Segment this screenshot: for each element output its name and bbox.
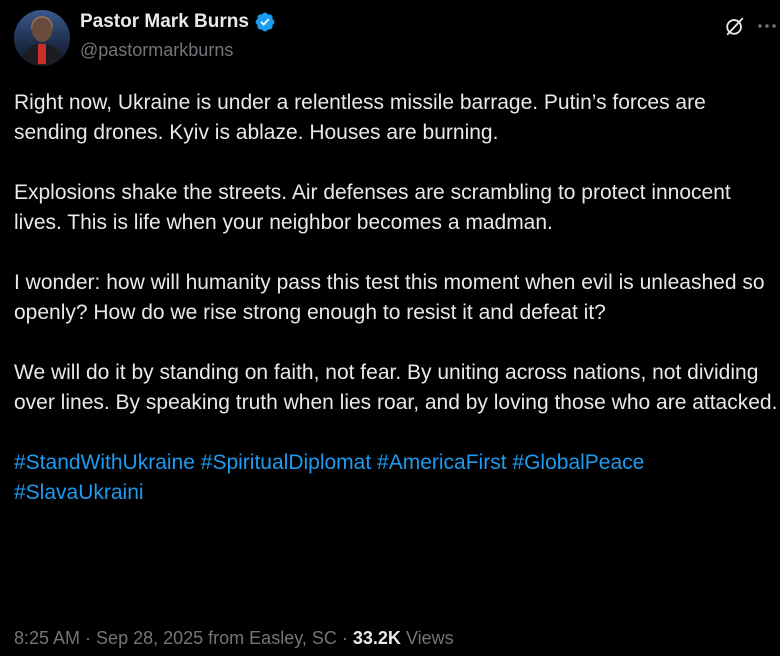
- hashtag-list: #StandWithUkraine #SpiritualDiplomat #Am…: [14, 448, 778, 508]
- avatar[interactable]: [14, 10, 70, 66]
- hashtag-link[interactable]: #SlavaUkraini: [14, 481, 144, 504]
- avatar-shirt: [38, 44, 46, 64]
- avatar-head: [32, 18, 52, 42]
- views-count[interactable]: 33.2K: [353, 628, 401, 648]
- author-name-row: Pastor Mark Burns: [80, 11, 276, 33]
- grok-icon[interactable]: [724, 15, 746, 37]
- post-header: Pastor Mark Burns @pastormarkburns: [0, 0, 780, 76]
- more-icon[interactable]: [756, 18, 778, 34]
- post-body: Right now, Ukraine is under a relentless…: [14, 88, 778, 538]
- hashtag-link[interactable]: #StandWithUkraine: [14, 451, 195, 474]
- hashtag-link[interactable]: #AmericaFirst: [377, 451, 507, 474]
- post-paragraph: We will do it by standing on faith, not …: [14, 361, 778, 414]
- post-meta: 8:25 AM · Sep 28, 2025 from Easley, SC ·…: [14, 628, 454, 649]
- post-time[interactable]: 8:25 AM: [14, 628, 80, 648]
- post-paragraph: Right now, Ukraine is under a relentless…: [14, 91, 706, 144]
- post-location: from Easley, SC: [208, 628, 337, 648]
- post-paragraph: Explosions shake the streets. Air defens…: [14, 181, 731, 234]
- hashtag-link[interactable]: #GlobalPeace: [512, 451, 644, 474]
- views-label: Views: [405, 628, 454, 648]
- author-display-name[interactable]: Pastor Mark Burns: [80, 11, 249, 33]
- post-paragraph: I wonder: how will humanity pass this te…: [14, 271, 765, 324]
- post-date[interactable]: Sep 28, 2025: [96, 628, 203, 648]
- meta-separator: ·: [80, 628, 97, 648]
- hashtag-link[interactable]: #SpiritualDiplomat: [201, 451, 371, 474]
- meta-separator: ·: [336, 628, 353, 648]
- verified-badge-icon: [255, 12, 275, 32]
- author-handle[interactable]: @pastormarkburns: [80, 40, 233, 61]
